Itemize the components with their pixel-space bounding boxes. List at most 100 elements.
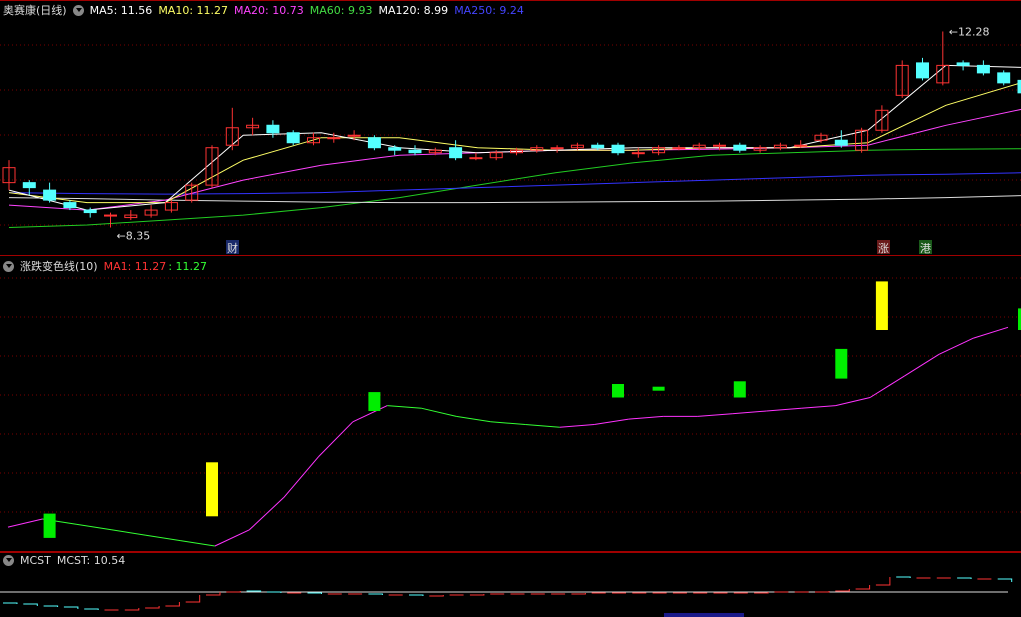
candle — [104, 214, 117, 217]
candle — [794, 144, 808, 147]
mcst-step — [855, 585, 871, 590]
indicator-line-segment — [317, 421, 354, 458]
event-tag-zhang: 涨 — [878, 242, 889, 255]
candle — [672, 147, 686, 150]
ma-legend-item: MA10: 11.27 — [158, 3, 229, 17]
candlestick-chart: ←12.28 ←8.35 财 涨 港 — [0, 0, 1021, 256]
indicator-line-segment — [111, 529, 147, 536]
ma-legend-item: MA5: 11.56 — [89, 3, 153, 17]
mcst-step — [307, 592, 322, 594]
candle — [956, 62, 970, 66]
indicator-panel[interactable]: 涨跌变色线(10) MA1: 11.27 : 11.27 — [0, 256, 1021, 552]
indicator-line-segment — [456, 415, 491, 423]
candle — [611, 144, 625, 154]
mcst-step — [23, 603, 38, 606]
mcst-step — [63, 606, 79, 609]
chevron-down-icon[interactable] — [3, 555, 14, 566]
mcst-step — [3, 602, 18, 604]
candle — [43, 189, 57, 201]
indicator-line-segment — [835, 397, 871, 407]
mcst-step — [429, 595, 444, 597]
indicator-line-segment — [628, 415, 664, 420]
candle — [976, 64, 990, 74]
indicator-legend: 涨跌变色线(10) MA1: 11.27 : 11.27 — [3, 258, 207, 274]
chevron-down-icon[interactable] — [72, 4, 84, 16]
high-price-label: ←12.28 — [949, 25, 990, 38]
mcst-name: MCST — [20, 554, 51, 567]
indicator-line-segment — [145, 534, 181, 542]
ma-legend-list: MA5: 11.56 MA10: 11.27 MA20: 10.73 MA60: 9.… — [90, 4, 530, 17]
indicator-line-segment — [904, 353, 940, 377]
main-chart-panel[interactable]: 奥赛康 (日线) MA5: 11.56 MA10: 11.27 MA20: 10.73… — [0, 0, 1021, 256]
signal-bar — [733, 381, 746, 398]
indicator-line-segment — [180, 540, 215, 547]
ma-legend-item: MA20: 10.73 — [234, 3, 304, 17]
mcst-legend: MCST MCST: 10.54 — [3, 554, 125, 567]
mcst-step — [226, 591, 241, 593]
period-label: (日线) — [36, 4, 67, 17]
candle — [997, 72, 1011, 84]
ma250-line — [8, 172, 1021, 195]
indicator-line-segment — [973, 326, 1009, 339]
candle — [916, 62, 929, 79]
mcst-step — [165, 602, 180, 607]
indicator-line-segment — [766, 407, 802, 412]
candle — [469, 157, 483, 160]
mcst-step — [835, 589, 850, 592]
indicator-line-segment — [732, 410, 767, 415]
candle — [367, 137, 381, 149]
ma-legend-item: MA60: 9.93 — [309, 3, 373, 17]
mcst-step — [815, 591, 830, 593]
indicator-line-segment — [7, 518, 43, 528]
mcst-step — [571, 593, 586, 595]
mcst-panel[interactable]: MCST MCST: 10.54 — [0, 552, 1021, 617]
signal-bar — [652, 386, 665, 391]
indicator-line-segment — [387, 405, 422, 409]
indicator-line-segment — [283, 456, 319, 498]
candle — [83, 209, 97, 214]
event-tag-cai: 财 — [227, 241, 238, 255]
mcst-step — [266, 591, 282, 593]
ma5-line — [8, 64, 1021, 211]
indicator-name: 涨跌变色线(10) — [20, 260, 98, 273]
mcst-step — [896, 576, 911, 578]
indicator-line-segment — [249, 497, 285, 531]
candle — [733, 144, 747, 151]
candle — [63, 202, 77, 209]
candle — [266, 124, 280, 134]
indicator-line-segment — [490, 421, 526, 425]
indicator-ma1b: : 11.27 — [168, 259, 208, 273]
candle — [631, 152, 645, 155]
mcst-step — [185, 595, 201, 603]
signal-bar — [43, 513, 56, 538]
indicator-line-segment — [421, 407, 457, 417]
mcst-step — [409, 594, 424, 596]
indicator-line-segment — [697, 413, 733, 417]
mcst-step — [875, 577, 891, 586]
signal-bar — [835, 348, 848, 379]
signal-bar — [206, 462, 218, 517]
low-price-label: ←8.35 — [117, 230, 151, 243]
mcst-chart — [0, 552, 1021, 617]
candle — [22, 182, 36, 189]
main-legend: 奥赛康 (日线) MA5: 11.56 MA10: 11.27 MA20: 10.73… — [3, 2, 530, 18]
stock-name: 奥赛康 — [3, 4, 36, 17]
mcst-step — [145, 606, 160, 609]
signal-bar — [368, 392, 381, 411]
candle — [713, 144, 726, 147]
indicator-line-segment — [559, 424, 595, 428]
indicator-line-segment — [525, 424, 560, 428]
indicator-chart — [0, 277, 1021, 552]
candle — [834, 139, 848, 146]
scroll-indicator — [664, 613, 744, 617]
candle — [388, 147, 402, 151]
ma-legend-item: MA120: 8.99 — [378, 3, 449, 17]
indicator-ma1: MA1: 11.27 — [103, 259, 167, 273]
chevron-down-icon[interactable] — [3, 260, 14, 272]
ma20-line — [8, 108, 1021, 211]
mcst-step — [43, 605, 59, 607]
indicator-line-segment — [594, 418, 629, 425]
indicator-line-segment — [869, 375, 905, 398]
ma-legend-item: MA250: 9.24 — [454, 3, 524, 17]
candle — [449, 147, 463, 159]
